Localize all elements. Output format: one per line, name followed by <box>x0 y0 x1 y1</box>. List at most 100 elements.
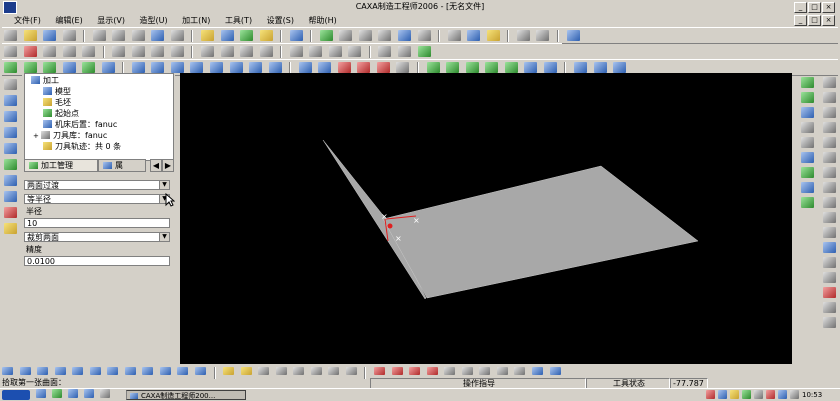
menu-tools[interactable]: 工具(T) <box>219 14 258 27</box>
toolpath-tool-icon[interactable] <box>549 367 561 375</box>
drawing-canvas[interactable]: × × × <box>180 73 792 364</box>
layer-icon[interactable] <box>516 30 530 41</box>
surface-tool-icon[interactable] <box>23 62 37 73</box>
toolpath-tool-icon[interactable] <box>310 367 322 375</box>
tree-item-toolpaths[interactable]: 刀具轨迹：共 0 条 <box>43 141 121 152</box>
doc-minimize-button[interactable]: _ <box>794 15 807 26</box>
toolpath-tool-icon[interactable] <box>293 367 305 375</box>
chevron-down-icon[interactable]: ▼ <box>159 181 169 189</box>
save-icon[interactable] <box>43 30 57 41</box>
coords-icon[interactable] <box>4 143 17 154</box>
speaker-icon[interactable] <box>778 390 787 399</box>
toolpath-tool-icon[interactable] <box>496 367 508 375</box>
toolpath-tool-icon[interactable] <box>531 367 543 375</box>
properties-icon[interactable] <box>536 30 550 41</box>
curve-tool-icon[interactable] <box>801 197 814 208</box>
ellipse-icon[interactable] <box>823 137 836 148</box>
toolpath-tool-icon[interactable] <box>89 367 101 375</box>
surface-tool-icon[interactable] <box>131 62 145 73</box>
surface-tool-icon[interactable] <box>504 62 518 73</box>
toolpath-tool-icon[interactable] <box>54 367 66 375</box>
toolpath-tool-icon[interactable] <box>514 367 526 375</box>
circle-icon[interactable] <box>823 107 836 118</box>
window-icon[interactable] <box>289 30 303 41</box>
toolpath-tool-icon[interactable] <box>328 367 340 375</box>
tree-item-model[interactable]: 模型 <box>43 86 71 97</box>
new-file-icon[interactable] <box>4 30 17 41</box>
open-file-icon[interactable] <box>23 30 37 41</box>
tray-icon[interactable] <box>754 390 763 399</box>
network-icon[interactable] <box>790 390 799 399</box>
sweep-icon[interactable] <box>62 46 76 57</box>
curve-tool-icon[interactable] <box>801 167 814 178</box>
surface-tool-icon[interactable] <box>4 62 17 73</box>
line-icon[interactable] <box>823 77 836 88</box>
note-icon[interactable] <box>4 223 17 234</box>
rectangle-icon[interactable] <box>823 152 836 163</box>
refresh-icon[interactable] <box>319 30 333 41</box>
quick-launch-icon[interactable] <box>52 389 62 398</box>
render-icon[interactable] <box>486 30 500 41</box>
curve-tool-icon[interactable] <box>801 152 814 163</box>
draft-icon[interactable] <box>259 46 273 57</box>
toolpath-tool-icon[interactable] <box>391 367 403 375</box>
box-icon[interactable] <box>4 46 17 57</box>
surface-mode-select[interactable]: 两面过渡 ▼ <box>24 180 170 190</box>
surface-tool-icon[interactable] <box>298 62 312 73</box>
radius-mode-select[interactable]: 等半径 ▼ <box>24 194 170 204</box>
constraint-icon[interactable] <box>4 159 17 170</box>
mirror-icon[interactable] <box>309 46 323 57</box>
mark-icon[interactable] <box>4 207 17 218</box>
doc-close-button[interactable]: × <box>822 15 835 26</box>
surface-tool-icon[interactable] <box>249 62 263 73</box>
second-surface[interactable] <box>382 165 699 299</box>
tree-item-tool-library[interactable]: + 刀具库：fanuc <box>33 130 107 141</box>
toolpath-tool-icon[interactable] <box>275 367 287 375</box>
toolpath-tool-icon[interactable] <box>142 367 154 375</box>
toolpath-tool-icon[interactable] <box>107 367 119 375</box>
menu-modeling[interactable]: 造型(U) <box>134 14 174 27</box>
surface-tool-icon[interactable] <box>101 62 115 73</box>
zoom-icon[interactable] <box>358 30 372 41</box>
menu-view[interactable]: 显示(V) <box>91 14 131 27</box>
toolpath-tool-icon[interactable] <box>240 367 252 375</box>
cut-icon[interactable] <box>92 30 106 41</box>
tree-item-post[interactable]: 机床后置：fanuc <box>43 119 117 130</box>
surface-tool-icon[interactable] <box>268 62 282 73</box>
grid-icon[interactable] <box>220 30 234 41</box>
toolpath-tool-icon[interactable] <box>223 367 235 375</box>
layer-panel-icon[interactable] <box>4 127 17 138</box>
precision-input[interactable]: 0.0100 <box>24 256 170 266</box>
redo-icon[interactable] <box>170 30 184 41</box>
close-button[interactable]: × <box>822 2 835 13</box>
tree-icon[interactable] <box>4 111 17 122</box>
cut-loft-icon[interactable] <box>170 46 184 57</box>
toolpath-tool-icon[interactable] <box>479 367 491 375</box>
chamfer-icon[interactable] <box>220 46 234 57</box>
surface-tool-icon[interactable] <box>318 62 332 73</box>
curve-tool-icon[interactable] <box>801 77 814 88</box>
tray-icon[interactable] <box>730 390 739 399</box>
tree-root[interactable]: 加工 <box>31 75 59 86</box>
chevron-down-icon[interactable]: ▼ <box>159 233 169 241</box>
toolpath-tool-icon[interactable] <box>37 367 49 375</box>
expand-icon[interactable]: + <box>33 132 41 140</box>
toolpath-tool-icon[interactable] <box>19 367 31 375</box>
quick-launch-icon[interactable] <box>100 389 110 398</box>
trim-icon[interactable] <box>823 272 836 283</box>
polygon-icon[interactable] <box>823 212 836 223</box>
toolpath-tool-icon[interactable] <box>409 367 421 375</box>
surface-tool-icon[interactable] <box>210 62 224 73</box>
toolpath-tool-icon[interactable] <box>444 367 456 375</box>
surface-tool-icon[interactable] <box>43 62 57 73</box>
toolpath-tool-icon[interactable] <box>374 367 386 375</box>
tab-machining[interactable]: 加工管理 <box>24 159 98 172</box>
surface-tool-icon[interactable] <box>593 62 607 73</box>
display-icon[interactable] <box>4 191 17 202</box>
cut-revolve-icon[interactable] <box>131 46 145 57</box>
wireframe-icon[interactable] <box>447 30 461 41</box>
polyline-icon[interactable] <box>823 92 836 103</box>
paste-icon[interactable] <box>131 30 145 41</box>
maximize-button[interactable]: □ <box>808 2 821 13</box>
menu-file[interactable]: 文件(F) <box>8 14 47 27</box>
